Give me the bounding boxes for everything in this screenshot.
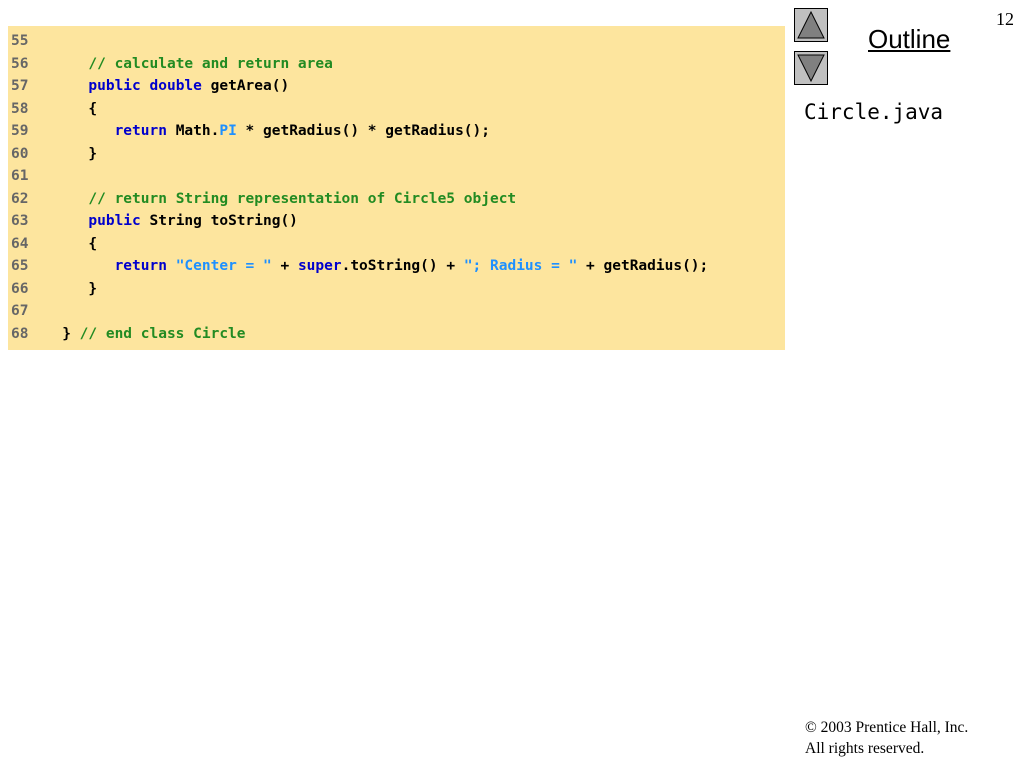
line-source: { [36, 235, 98, 252]
outline-link[interactable]: Outline [868, 24, 950, 55]
line-source: public double getArea() [88, 78, 290, 94]
line-source: } // end class Circle [36, 325, 246, 342]
line-source: } [36, 280, 98, 297]
triangle-up-icon [797, 10, 825, 39]
triangle-down-icon [797, 54, 825, 83]
rights-line: All rights reserved. [805, 740, 925, 757]
previous-slide-button[interactable] [794, 8, 828, 42]
line-source: return "Center = " + super.toString() + … [114, 258, 709, 274]
copyright-notice: © 2003 Prentice Hall, Inc. All rights re… [805, 717, 968, 759]
copyright-line: © 2003 Prentice Hall, Inc. [805, 719, 969, 736]
line-number: 61 [11, 168, 29, 184]
line-source: public String toString() [88, 213, 298, 229]
line-source: // return String representation of Circl… [88, 190, 517, 207]
filename-label: Circle.java [804, 100, 944, 124]
line-number: 67 [11, 303, 29, 319]
line-source: } [36, 145, 98, 162]
next-slide-button[interactable] [794, 51, 828, 85]
line-number: 55 [11, 33, 29, 49]
line-source: return Math.PI * getRadius() * getRadius… [114, 123, 490, 139]
code-listing: 55 56 // calculate and return area 57 publ… [8, 26, 785, 350]
line-source: { [36, 100, 98, 117]
line-source: // calculate and return area [88, 55, 333, 72]
page-number: 12 [996, 9, 1014, 29]
